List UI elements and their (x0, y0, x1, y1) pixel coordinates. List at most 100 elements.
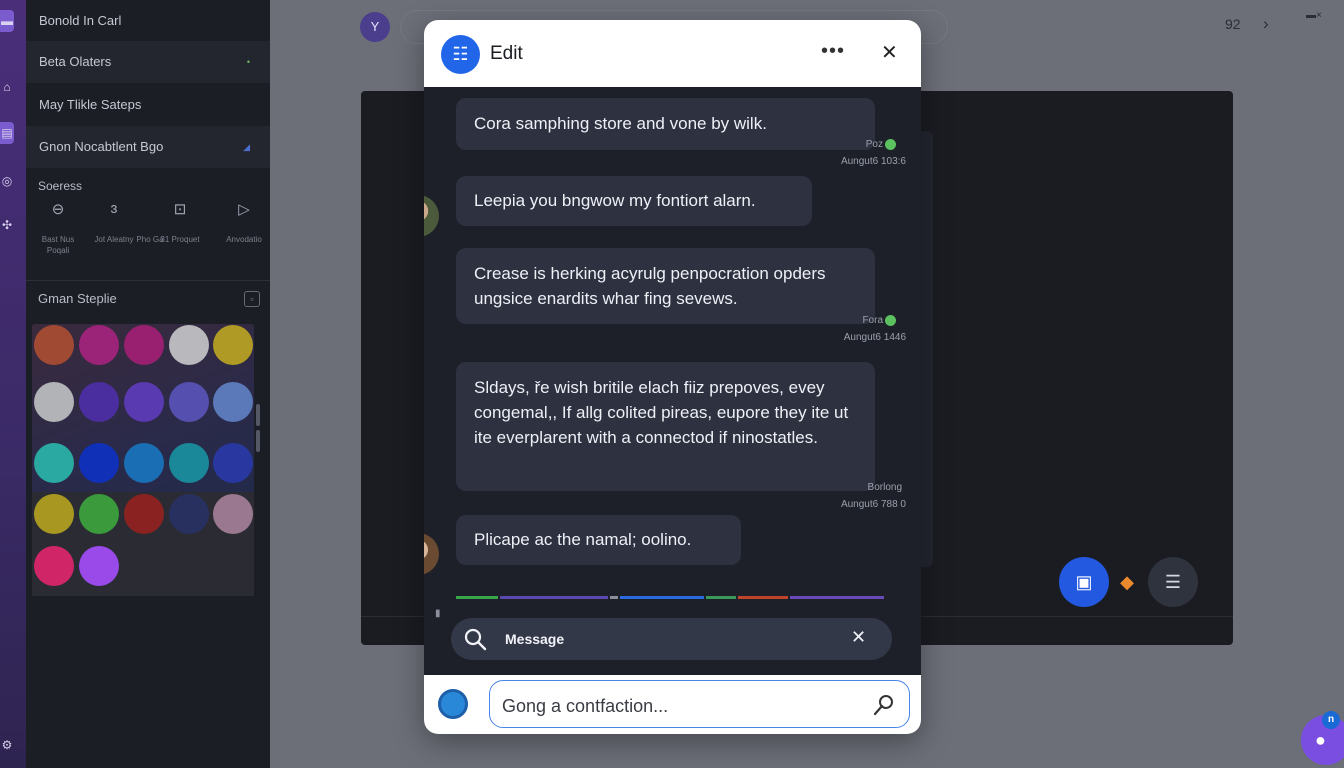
color-swatch[interactable] (34, 325, 74, 365)
more-options-button[interactable]: ••• (821, 40, 845, 63)
color-swatch[interactable] (124, 325, 164, 365)
image-icon: ⊡ (173, 201, 187, 218)
chat-icon: ● (1315, 730, 1326, 750)
tools-heading: Soeress (38, 179, 83, 193)
avatar (424, 533, 439, 575)
message-sender: Poz (806, 139, 896, 150)
color-swatch[interactable] (169, 382, 209, 422)
palette-scrollbar[interactable] (256, 404, 262, 454)
color-swatch[interactable] (213, 494, 253, 534)
color-swatch[interactable] (124, 494, 164, 534)
message-search-bar[interactable]: Message ✕ (451, 618, 892, 660)
play-icon: ▷ (238, 201, 250, 218)
emoji-icon[interactable] (438, 689, 468, 719)
color-swatch[interactable] (213, 325, 253, 365)
message-input[interactable]: Gong a contfaction... (489, 680, 910, 728)
sidebar-item-label: May Tlikle Sateps (39, 97, 142, 112)
message-bubble[interactable]: Leepia you bngwow my fontiort alarn. (456, 176, 812, 226)
sidebar-item[interactable]: Gnon Nocabtlent Bgo ◢ (26, 126, 270, 168)
app-icon-rail: ▬ ⌂ ▤ ◎ ✣ ⚙ (0, 0, 26, 768)
tool-button[interactable]: ▷ Anvodatio (222, 200, 266, 245)
color-swatch[interactable] (34, 546, 74, 586)
message-timestamp: Aungut6 103:6 (840, 156, 906, 167)
typing-progress-line (456, 596, 888, 599)
palette-menu-button[interactable]: ▫ (244, 291, 260, 307)
color-swatch[interactable] (213, 382, 253, 422)
message-text: Crease is herking acyrulg penpocration o… (474, 264, 826, 308)
tool-label: Anvodatio (226, 235, 262, 244)
pin-icon: ⊖ (51, 201, 65, 218)
color-swatch[interactable] (169, 325, 209, 365)
send-icon[interactable] (872, 693, 896, 717)
sidebar-item-label: Bonold In Carl (39, 13, 122, 28)
status-dot: • (246, 57, 250, 67)
notification-badge: n (1322, 711, 1340, 729)
search-input[interactable]: Message (505, 631, 564, 647)
message-bubble[interactable]: Crease is herking acyrulg penpocration o… (456, 248, 875, 324)
tool-button[interactable]: ⊖ Bast Nus Poqali (36, 200, 80, 256)
sidebar-item-label: Gnon Nocabtlent Bgo (39, 139, 164, 154)
bookmark-icon: ▣ (1075, 572, 1093, 592)
online-status-icon (885, 315, 896, 326)
online-status-icon (885, 139, 896, 150)
message-text: Sldays, ře wish britile elach fiiz prepo… (474, 378, 849, 447)
message-bubble[interactable]: Sldays, ře wish britile elach fiiz prepo… (456, 362, 875, 491)
color-swatch[interactable] (79, 443, 119, 483)
message-sender: Borlong (867, 482, 902, 493)
color-swatch[interactable] (213, 443, 253, 483)
chevron-right-icon[interactable]: › (1263, 14, 1269, 34)
tag-icon[interactable]: ◆ (1116, 571, 1138, 593)
color-swatch[interactable] (34, 443, 74, 483)
message-text: Plicape ac the namal; oolino. (474, 530, 692, 549)
color-swatch[interactable] (79, 494, 119, 534)
modal-title: Edit (490, 43, 523, 64)
message-bubble[interactable]: Plicape ac the namal; oolino. (456, 515, 741, 565)
sidebar-item-label: Beta Olaters (39, 54, 112, 69)
color-palette (32, 324, 254, 596)
bookmark-button[interactable]: ▣ (1059, 557, 1109, 607)
sidebar-item[interactable]: May Tlikle Sateps (26, 84, 270, 126)
compass-icon[interactable]: ◎ (0, 170, 14, 192)
color-swatch[interactable] (169, 494, 209, 534)
sidebar: Bonold In Carl Beta Olaters • May Tlikle… (26, 0, 270, 768)
color-swatch[interactable] (79, 325, 119, 365)
tool-label: 31 Proquet (160, 235, 200, 244)
workspace-icon[interactable]: ▬ (0, 10, 14, 32)
puzzle-icon[interactable]: ✣ (0, 214, 14, 236)
search-icon (464, 628, 487, 651)
palette-heading: Gman Steplie (38, 291, 117, 306)
color-swatch[interactable] (79, 546, 119, 586)
message-input-placeholder: Gong a contfaction... (502, 696, 669, 716)
tool-button[interactable]: ⊡ 31 Proquet (158, 200, 202, 245)
color-swatch[interactable] (124, 443, 164, 483)
chat-modal: ☷ Edit ••• ✕ Cora samphing store and von… (424, 20, 921, 734)
document-icon[interactable]: ▤ (0, 122, 14, 144)
layers-icon: ☰ (1164, 572, 1182, 592)
message-sender: Fora (806, 315, 896, 326)
avatar (424, 195, 439, 237)
message-text: Leepia you bngwow my fontiort alarn. (474, 191, 756, 210)
color-swatch[interactable] (34, 494, 74, 534)
color-swatch[interactable] (169, 443, 209, 483)
page-count: 92 (1225, 16, 1241, 32)
layers-button[interactable]: ☰ (1148, 557, 1198, 607)
corner-indicator: ◢ (243, 142, 250, 152)
divider (26, 280, 270, 281)
clear-search-button[interactable]: ✕ (851, 627, 866, 648)
color-swatch[interactable] (34, 382, 74, 422)
sidebar-item[interactable]: Bonold In Carl (26, 0, 270, 42)
composer-bar: Gong a contfaction... (424, 675, 921, 734)
list-icon: ☷ (441, 35, 480, 74)
home-icon[interactable]: ⌂ (0, 76, 14, 98)
color-swatch[interactable] (124, 382, 164, 422)
message-timestamp: Aungut6 788 0 (840, 499, 906, 510)
settings-icon[interactable]: ⚙ (0, 734, 14, 756)
sidebar-item[interactable]: Beta Olaters • (26, 41, 270, 83)
avatar[interactable]: Y (360, 12, 390, 42)
modal-header: ☷ Edit ••• ✕ (424, 20, 921, 87)
attachment-icon: ▮ (435, 608, 441, 619)
tool-row: ⊖ Bast Nus Poqali ɜ Jot Aleatny ✎ Pho Ga… (36, 200, 276, 270)
close-button[interactable]: ✕ (881, 40, 898, 65)
color-swatch[interactable] (79, 382, 119, 422)
window-controls-icon[interactable]: ▬× (1306, 10, 1322, 21)
